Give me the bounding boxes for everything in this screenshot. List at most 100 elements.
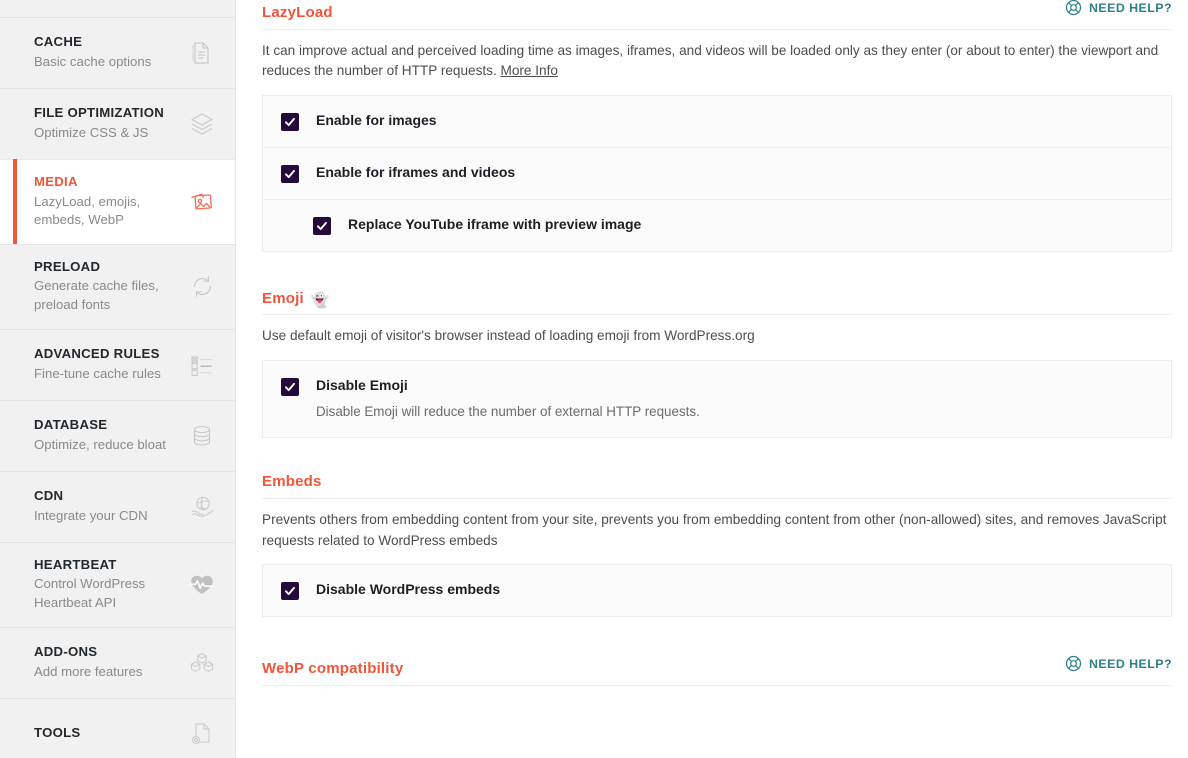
sidebar-item-desc: Fine-tune cache rules (34, 365, 161, 381)
sidebar-item-cdn-text: CDN Integrate your CDN (34, 488, 185, 525)
section-lazyload: LazyLoad NEED HELP? It can improve actua… (262, 0, 1172, 252)
option-text-wrap: Disable WordPress embeds (316, 581, 500, 599)
heartbeat-icon (185, 568, 219, 602)
sidebar-item-file-optimization-text: FILE OPTIMIZATION Optimize CSS & JS (34, 105, 185, 142)
more-info-link[interactable]: More Info (501, 63, 558, 78)
sidebar-item-desc: LazyLoad, emojis, embeds, WebP (34, 193, 141, 228)
option-sublabel: Disable Emoji will reduce the number of … (316, 403, 700, 419)
sidebar-item-tools-text: TOOLS (34, 725, 185, 744)
database-icon (185, 419, 219, 453)
sidebar-item-cdn[interactable]: CDN Integrate your CDN (0, 470, 235, 542)
settings-sidebar: CACHE Basic cache options FILE OPTIMIZAT… (0, 0, 236, 758)
option-label: Disable WordPress embeds (316, 581, 501, 598)
webp-title-wrap: WebP compatibility (262, 661, 403, 678)
lifebuoy-icon (1065, 0, 1082, 16)
cubes-icon (185, 646, 219, 680)
check-icon (285, 169, 295, 178)
sidebar-item-label: DATABASE (34, 417, 108, 433)
option-row-enable-iframes-videos[interactable]: Enable for iframes and videos (263, 146, 1171, 199)
checkbox-disable-wordpress-embeds[interactable] (281, 582, 299, 601)
option-row-disable-wordpress-embeds[interactable]: Disable WordPress embeds (263, 565, 1171, 616)
section-title: WebP compatibility (262, 660, 404, 678)
option-label: Enable for iframes and videos (316, 163, 516, 180)
sidebar-item-desc: Control WordPress Heartbeat API (34, 576, 146, 611)
checkbox-enable-for-images[interactable] (281, 112, 299, 131)
need-help-label: NEED HELP? (1089, 656, 1172, 671)
check-icon (285, 382, 295, 392)
sidebar-item-advanced-rules[interactable]: ADVANCED RULES Fine-tune cache rules (0, 328, 235, 400)
sidebar-item-label: CDN (34, 488, 64, 504)
sidebar-item-label: CACHE (34, 34, 83, 50)
check-icon (317, 221, 327, 230)
sidebar-item-desc: Generate cache files, preload fonts (34, 278, 159, 313)
sidebar-item-desc: Integrate your CDN (34, 507, 148, 523)
sidebar-item-cache-text: CACHE Basic cache options (34, 34, 185, 71)
emoji-title-wrap: Emoji 👻 (262, 290, 330, 309)
sidebar-item-heartbeat[interactable]: HEARTBEAT Control WordPress Heartbeat AP… (0, 541, 235, 627)
checkbox-disable-emoji[interactable] (281, 377, 299, 396)
lifebuoy-icon (1065, 656, 1082, 672)
embeds-title-wrap: Embeds (262, 474, 322, 491)
media-settings-page: CACHE Basic cache options FILE OPTIMIZAT… (0, 0, 1188, 758)
check-icon (285, 117, 295, 126)
emoji-header: Emoji 👻 (262, 290, 1172, 316)
globe-hand-icon (185, 490, 219, 524)
sidebar-item-desc: Optimize CSS & JS (34, 124, 149, 140)
sidebar-item-label: HEARTBEAT (34, 556, 117, 572)
sidebar-item-add-ons[interactable]: ADD-ONS Add more features (0, 626, 235, 698)
layers-icon (185, 107, 219, 141)
document-gear-icon (185, 717, 219, 751)
need-help-button[interactable]: NEED HELP? (1065, 0, 1172, 16)
sidebar-item-desc: Optimize, reduce bloat (34, 436, 166, 452)
sidebar-item-media-text: MEDIA LazyLoad, emojis, embeds, WebP (34, 174, 185, 230)
sidebar-item-desc: Basic cache options (34, 53, 152, 69)
sidebar-item-media[interactable]: MEDIA LazyLoad, emojis, embeds, WebP (0, 159, 235, 245)
sidebar-item-file-optimization[interactable]: FILE OPTIMIZATION Optimize CSS & JS (0, 88, 235, 159)
lazyload-header: LazyLoad NEED HELP? (262, 0, 1172, 30)
option-text-wrap: Enable for iframes and videos (316, 164, 515, 182)
option-text-wrap: Disable Emoji Disable Emoji will reduce … (316, 377, 700, 421)
sidebar-item-database[interactable]: DATABASE Optimize, reduce bloat (0, 399, 235, 471)
sidebar-item-cache[interactable]: CACHE Basic cache options (0, 17, 235, 88)
option-label: Enable for images (316, 111, 437, 128)
ghost-emoji-icon: 👻 (310, 291, 330, 309)
document-icon (185, 36, 219, 70)
checkbox-replace-youtube-iframe-with-preview-image[interactable] (313, 216, 331, 235)
sidebar-item-label: TOOLS (34, 724, 81, 740)
option-row-enable-images[interactable]: Enable for images (263, 96, 1171, 147)
option-text-wrap: Replace YouTube iframe with preview imag… (348, 216, 641, 234)
need-help-label: NEED HELP? (1089, 0, 1172, 15)
section-title: Embeds (262, 473, 322, 491)
sidebar-item-label: ADD-ONS (34, 644, 98, 660)
section-embeds: Embeds Prevents others from embedding co… (262, 474, 1172, 618)
option-row-disable-emoji[interactable]: Disable Emoji Disable Emoji will reduce … (263, 361, 1171, 437)
sidebar-item-preload[interactable]: PRELOAD Generate cache files, preload fo… (0, 243, 235, 329)
need-help-button[interactable]: NEED HELP? (1065, 655, 1172, 672)
embeds-options-box: Disable WordPress embeds (262, 564, 1172, 618)
sidebar-item-label: MEDIA (34, 174, 78, 189)
sidebar-item-tools[interactable]: TOOLS (0, 697, 235, 758)
sidebar-item-heartbeat-text: HEARTBEAT Control WordPress Heartbeat AP… (34, 557, 185, 613)
check-icon (285, 587, 295, 596)
emoji-options-box: Disable Emoji Disable Emoji will reduce … (262, 359, 1172, 439)
photos-icon (185, 185, 219, 219)
lazyload-description: It can improve actual and perceived load… (262, 41, 1172, 82)
option-row-replace-youtube-iframe[interactable]: Replace YouTube iframe with preview imag… (263, 198, 1171, 251)
sidebar-item-label: ADVANCED RULES (34, 346, 160, 362)
lazyload-options-box: Enable for images Enable for iframes and… (262, 94, 1172, 252)
sidebar-item-add-ons-text: ADD-ONS Add more features (34, 644, 185, 681)
lazyload-desc-text: It can improve actual and perceived load… (262, 42, 1159, 79)
lazyload-title-wrap: LazyLoad (262, 4, 333, 22)
refresh-icon (185, 270, 219, 304)
sidebar-item-database-text: DATABASE Optimize, reduce bloat (34, 417, 185, 454)
section-title: LazyLoad (262, 4, 333, 21)
sidebar-item-preload-text: PRELOAD Generate cache files, preload fo… (34, 259, 185, 315)
sidebar-item-desc: Add more features (34, 663, 143, 679)
checkbox-enable-for-iframes-and-videos[interactable] (281, 164, 299, 183)
sidebar-item-label: FILE OPTIMIZATION (34, 105, 165, 121)
option-label: Replace YouTube iframe with preview imag… (348, 215, 642, 232)
embeds-description: Prevents others from embedding content f… (262, 511, 1167, 548)
